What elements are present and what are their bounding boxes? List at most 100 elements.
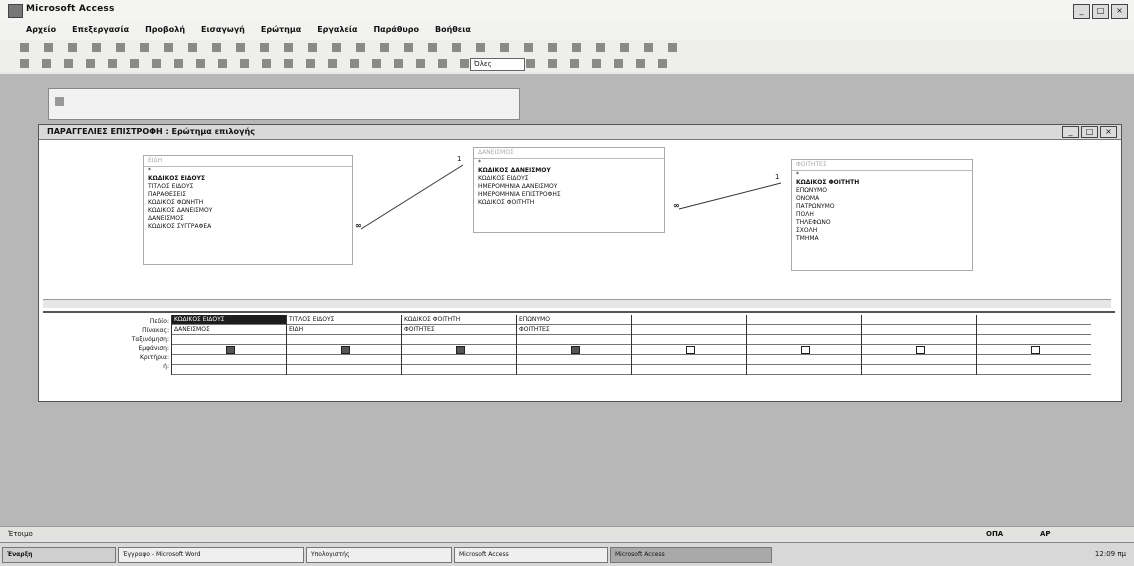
- field-item[interactable]: ΠΑΤΡΩΝΥΜΟ: [792, 203, 972, 211]
- taskbar-item-active[interactable]: Microsoft Access: [610, 547, 772, 563]
- toolbar-button-icon[interactable]: [548, 43, 557, 52]
- table-box[interactable]: ΦΟΙΤΗΤΕΣ * ΚΩΔΙΚΟΣ ΦΟΙΤΗΤΗ ΕΠΩΝΥΜΟ ΟΝΟΜΑ ΠΑΤΡ…: [791, 159, 973, 271]
- toolbar-button-icon[interactable]: [20, 43, 29, 52]
- toolbar-button-icon[interactable]: [620, 43, 629, 52]
- taskbar-item[interactable]: Έγγραφο - Microsoft Word: [118, 547, 304, 563]
- toolbar-button-icon[interactable]: [236, 43, 245, 52]
- grid-or-cell[interactable]: [862, 365, 976, 375]
- menu-item[interactable]: Ερώτημα: [261, 25, 301, 34]
- field-item[interactable]: ΗΜΕΡΟΜΗΝΙΑ ΕΠΙΣΤΡΟΦΗΣ: [474, 191, 664, 199]
- grid-or-cell[interactable]: [287, 365, 401, 375]
- grid-column[interactable]: [631, 315, 746, 375]
- toolbar-button-icon[interactable]: [64, 59, 73, 68]
- toolbar-button-icon[interactable]: [42, 59, 51, 68]
- toolbar-button-icon[interactable]: [284, 59, 293, 68]
- grid-or-cell[interactable]: [747, 365, 861, 375]
- toolbar-button-icon[interactable]: [284, 43, 293, 52]
- grid-column[interactable]: ΚΩΔΙΚΟΣ ΕΙΔΟΥΣ ΔΑΝΕΙΣΜΟΣ: [171, 315, 286, 375]
- toolbar-button-icon[interactable]: [20, 59, 29, 68]
- field-item[interactable]: ΣΧΟΛΗ: [792, 227, 972, 235]
- show-checkbox[interactable]: [800, 346, 810, 354]
- toolbar-button-icon[interactable]: [452, 43, 461, 52]
- grid-sort-cell[interactable]: [862, 335, 976, 345]
- table-box[interactable]: ΕΙΔΗ * ΚΩΔΙΚΟΣ ΕΙΔΟΥΣ ΤΙΤΛΟΣ ΕΙΔΟΥΣ ΠΑΡΑΘΕΣΕ…: [143, 155, 353, 265]
- toolbar-button-icon[interactable]: [130, 59, 139, 68]
- menu-item[interactable]: Αρχείο: [26, 25, 56, 34]
- show-checkbox[interactable]: [225, 346, 235, 354]
- field-item[interactable]: ΚΩΔΙΚΟΣ ΣΥΓΓΡΑΦΕΑ: [144, 223, 352, 231]
- toolbar-button-icon[interactable]: [44, 43, 53, 52]
- grid-table-cell[interactable]: ΦΟΙΤΗΤΕΣ: [402, 325, 516, 335]
- toolbar-button-icon[interactable]: [188, 43, 197, 52]
- toolbar-button-icon[interactable]: [614, 59, 623, 68]
- menu-item[interactable]: Βοήθεια: [435, 25, 471, 34]
- toolbar-button-icon[interactable]: [218, 59, 227, 68]
- field-item[interactable]: ΟΝΟΜΑ: [792, 195, 972, 203]
- toolbar-button-icon[interactable]: [328, 59, 337, 68]
- toolbar-button-icon[interactable]: [306, 59, 315, 68]
- start-button[interactable]: Έναρξη: [2, 547, 116, 563]
- toolbar-button-icon[interactable]: [460, 59, 469, 68]
- toolbar-button-icon[interactable]: [86, 59, 95, 68]
- field-item[interactable]: ΚΩΔΙΚΟΣ ΔΑΝΕΙΣΜΟΥ: [144, 207, 352, 215]
- field-item[interactable]: ΚΩΔΙΚΟΣ ΕΙΔΟΥΣ: [474, 175, 664, 183]
- toolbar-button-icon[interactable]: [116, 43, 125, 52]
- field-item[interactable]: ΗΜΕΡΟΜΗΝΙΑ ΔΑΝΕΙΣΜΟΥ: [474, 183, 664, 191]
- grid-field-cell[interactable]: ΕΠΩΝΥΜΟ: [517, 315, 631, 325]
- toolbar-button-icon[interactable]: [92, 43, 101, 52]
- menu-item[interactable]: Εισαγωγή: [201, 25, 245, 34]
- toolbar-button-icon[interactable]: [140, 43, 149, 52]
- grid-table-cell[interactable]: [977, 325, 1091, 335]
- toolbar-button-icon[interactable]: [592, 59, 601, 68]
- toolbar-button-icon[interactable]: [416, 59, 425, 68]
- all-fields-item[interactable]: *: [144, 167, 352, 175]
- toolbar-button-icon[interactable]: [332, 43, 341, 52]
- toolbar-button-icon[interactable]: [262, 59, 271, 68]
- grid-table-cell[interactable]: ΕΙΔΗ: [287, 325, 401, 335]
- grid-table-cell[interactable]: ΦΟΙΤΗΤΕΣ: [517, 325, 631, 335]
- toolbar-button-icon[interactable]: [152, 59, 161, 68]
- grid-sort-cell[interactable]: [632, 335, 746, 345]
- toolbar-button-icon[interactable]: [428, 43, 437, 52]
- toolbar-button-icon[interactable]: [212, 43, 221, 52]
- toolbar-button-icon[interactable]: [476, 43, 485, 52]
- grid-criteria-cell[interactable]: [977, 355, 1091, 365]
- toolbar-button-icon[interactable]: [658, 59, 667, 68]
- close-icon[interactable]: ×: [1111, 4, 1128, 19]
- grid-or-cell[interactable]: [402, 365, 516, 375]
- maximize-icon[interactable]: □: [1092, 4, 1109, 19]
- grid-sort-cell[interactable]: [517, 335, 631, 345]
- query-maximize-icon[interactable]: □: [1081, 126, 1098, 138]
- toolbar-button-icon[interactable]: [350, 59, 359, 68]
- toolbar-button-icon[interactable]: [636, 59, 645, 68]
- field-item[interactable]: ΠΑΡΑΘΕΣΕΙΣ: [144, 191, 352, 199]
- grid-table-cell[interactable]: [632, 325, 746, 335]
- taskbar-item[interactable]: Microsoft Access: [454, 547, 608, 563]
- show-checkbox[interactable]: [685, 346, 695, 354]
- show-checkbox[interactable]: [570, 346, 580, 354]
- query-close-icon[interactable]: ×: [1100, 126, 1117, 138]
- grid-or-cell[interactable]: [517, 365, 631, 375]
- toolbar-button-icon[interactable]: [596, 43, 605, 52]
- field-item[interactable]: ΚΩΔΙΚΟΣ ΔΑΝΕΙΣΜΟΥ: [474, 167, 664, 175]
- toolbar-button-icon[interactable]: [164, 43, 173, 52]
- toolbar-button-icon[interactable]: [500, 43, 509, 52]
- grid-table-cell[interactable]: ΔΑΝΕΙΣΜΟΣ: [172, 325, 286, 335]
- field-item[interactable]: ΤΙΤΛΟΣ ΕΙΔΟΥΣ: [144, 183, 352, 191]
- field-item[interactable]: ΕΠΩΝΥΜΟ: [792, 187, 972, 195]
- toolbar-button-icon[interactable]: [356, 43, 365, 52]
- field-item[interactable]: ΠΟΛΗ: [792, 211, 972, 219]
- grid-table-cell[interactable]: [862, 325, 976, 335]
- field-item[interactable]: ΚΩΔΙΚΟΣ ΦΟΙΤΗΤΗ: [474, 199, 664, 207]
- field-item[interactable]: ΤΗΛΕΦΩΝΟ: [792, 219, 972, 227]
- grid-criteria-cell[interactable]: [517, 355, 631, 365]
- grid-field-cell[interactable]: ΤΙΤΛΟΣ ΕΙΔΟΥΣ: [287, 315, 401, 325]
- grid-field-cell[interactable]: [977, 315, 1091, 325]
- toolbar-button-icon[interactable]: [438, 59, 447, 68]
- grid-criteria-cell[interactable]: [747, 355, 861, 365]
- grid-field-cell[interactable]: [862, 315, 976, 325]
- toolbar-button-icon[interactable]: [572, 43, 581, 52]
- grid-table-cell[interactable]: [747, 325, 861, 335]
- database-window[interactable]: [48, 88, 520, 120]
- toolbar-button-icon[interactable]: [394, 59, 403, 68]
